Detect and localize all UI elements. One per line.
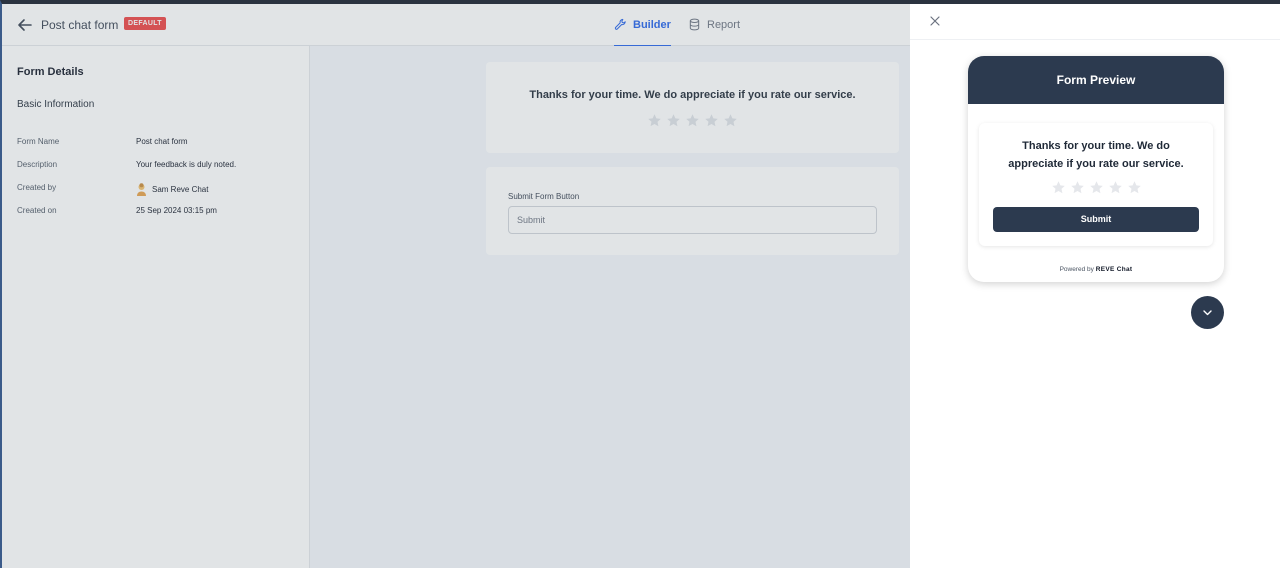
preview-question-line2: appreciate if you rate our service. [1008,158,1184,170]
preview-rating-stars [979,180,1213,195]
drawer-header [910,4,1280,40]
brand-logo: REVE Chat [1095,266,1133,273]
preview-question-line1: Thanks for your time. We do [1022,140,1170,152]
star-icon[interactable] [1089,180,1104,195]
form-preview-drawer: Form Preview Thanks for your time. We do… [910,4,1280,568]
powered-by-text: Powered by [1059,266,1094,273]
minimize-widget-button[interactable] [1191,296,1224,329]
star-icon[interactable] [1127,180,1142,195]
close-icon[interactable] [929,15,941,27]
star-icon[interactable] [1108,180,1123,195]
star-icon[interactable] [1051,180,1066,195]
preview-submit-button[interactable]: Submit [993,207,1199,232]
chevron-down-icon [1203,310,1212,316]
star-icon[interactable] [1070,180,1085,195]
modal-backdrop[interactable] [2,4,912,568]
preview-form-card: Thanks for your time. We do appreciate i… [979,123,1213,246]
powered-by: Powered by REVE Chat [968,266,1224,273]
preview-question: Thanks for your time. We do appreciate i… [993,137,1199,173]
chat-widget-preview: Form Preview Thanks for your time. We do… [968,56,1224,282]
preview-header: Form Preview [968,56,1224,104]
